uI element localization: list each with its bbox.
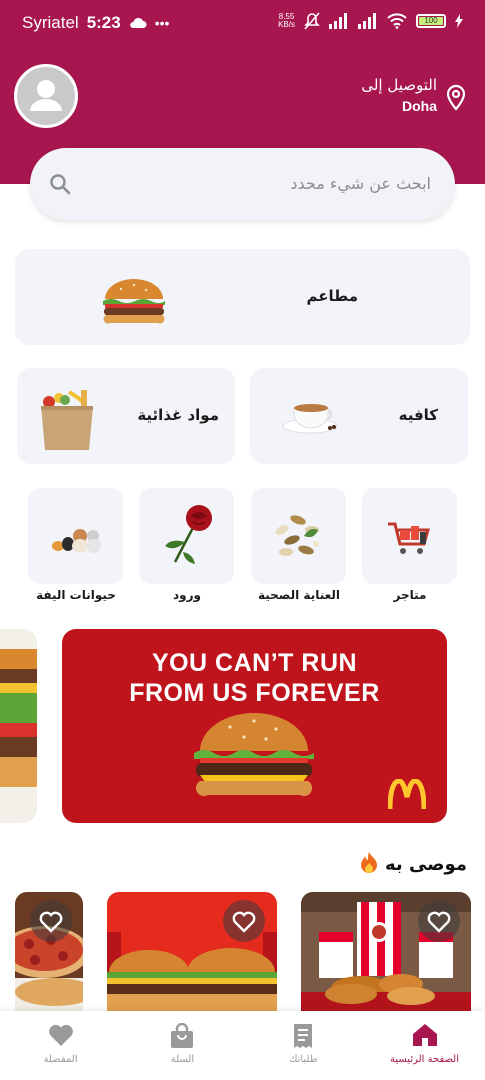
- nav-favorites[interactable]: المفضلة: [0, 1011, 121, 1080]
- nav-orders[interactable]: طلباتك: [243, 1011, 364, 1080]
- category-label-stores: متاجر: [393, 588, 427, 602]
- battery-indicator: 100: [416, 14, 446, 28]
- delivery-city: Doha: [402, 98, 437, 114]
- rose-icon: [165, 505, 212, 564]
- location-pin-icon[interactable]: [445, 84, 467, 112]
- search-icon[interactable]: [48, 172, 72, 196]
- home-screen: Syriatel 5:23 ••• 8.55 KB/s 100 التوصيل …: [0, 0, 485, 1080]
- category-label: مواد غذائية: [137, 406, 219, 424]
- favorite-button[interactable]: [223, 900, 265, 942]
- delivery-location[interactable]: التوصيل إلى Doha: [361, 76, 437, 114]
- category-stores[interactable]: [362, 488, 457, 584]
- shopping-cart-icon: [388, 522, 430, 554]
- shopping-bag-icon: [171, 1023, 193, 1048]
- heart-outline-icon: [39, 911, 63, 933]
- nav-home[interactable]: الصفحة الرئيسية: [364, 1011, 485, 1080]
- mute-icon: [304, 12, 320, 30]
- status-bar: Syriatel 5:23 ••• 8.55 KB/s 100: [0, 0, 485, 44]
- category-label-flowers: ورود: [173, 588, 201, 602]
- clock: 5:23: [86, 13, 121, 32]
- more-dots-icon: •••: [154, 15, 170, 31]
- favorite-button[interactable]: [418, 900, 460, 942]
- coffee-cup-icon: [282, 404, 338, 434]
- nav-favorites-label: المفضلة: [43, 1054, 78, 1065]
- category-groceries[interactable]: مواد غذائية: [17, 368, 235, 464]
- nav-home-label: الصفحة الرئيسية: [390, 1054, 459, 1065]
- heart-outline-icon: [232, 911, 256, 933]
- home-icon: [413, 1024, 437, 1046]
- burger-icon: [103, 279, 165, 324]
- recommended-card-burgers[interactable]: [107, 892, 277, 1014]
- favorite-button[interactable]: [30, 900, 72, 942]
- category-label-health-care: العناية الصحية: [257, 588, 341, 602]
- category-label: مطاعم: [306, 287, 358, 305]
- category-label-pets: حيوانات اليفة: [36, 588, 116, 602]
- user-icon: [30, 80, 62, 111]
- charging-icon: [455, 14, 463, 28]
- receipt-icon: [294, 1024, 312, 1048]
- nav-cart-label: السلة: [170, 1054, 195, 1065]
- category-flowers[interactable]: [139, 488, 234, 584]
- pets-icon: [52, 529, 101, 553]
- search-input[interactable]: ابحث عن شيء محدد: [290, 174, 431, 193]
- mcdonalds-logo: [388, 779, 426, 810]
- nav-orders-label: طلباتك: [289, 1054, 318, 1065]
- signal-icon: [329, 13, 347, 29]
- signal-icon-2: [358, 13, 376, 29]
- profile-avatar[interactable]: [14, 64, 78, 128]
- grocery-bag-icon: [41, 390, 93, 450]
- category-pets[interactable]: [28, 488, 123, 584]
- fire-icon: [360, 852, 377, 873]
- bottom-navigation: الصفحة الرئيسية طلباتك السلة المفضلة: [0, 1011, 485, 1080]
- promo-banner[interactable]: YOU CAN’T RUN FROM US FOREVER: [62, 629, 447, 823]
- banner-previous[interactable]: [0, 629, 37, 823]
- nav-cart[interactable]: السلة: [122, 1011, 243, 1080]
- heart-outline-icon: [427, 911, 451, 933]
- banner-headline-1: YOU CAN’T RUN: [151, 649, 358, 677]
- cloud-icon: [129, 17, 147, 28]
- category-restaurants[interactable]: مطاعم: [15, 249, 470, 345]
- burger-image: [194, 713, 314, 797]
- deliver-to-label: التوصيل إلى: [361, 76, 437, 94]
- carrier-name: Syriatel: [22, 13, 79, 32]
- heart-icon: [49, 1024, 73, 1046]
- category-cafe[interactable]: كافيه: [250, 368, 468, 464]
- recommended-card-kfc[interactable]: [301, 892, 471, 1014]
- supplements-icon: [275, 515, 319, 556]
- search-bar[interactable]: ابحث عن شيء محدد: [30, 148, 455, 220]
- recommended-title: موصى به: [359, 851, 467, 875]
- category-health-care[interactable]: [251, 488, 346, 584]
- wifi-icon: [387, 13, 407, 29]
- burger-photo-icon: [0, 649, 37, 787]
- recommended-card-pizza[interactable]: [15, 892, 83, 1014]
- category-label: كافيه: [398, 406, 438, 424]
- network-speed: 8.55 KB/s: [278, 12, 295, 29]
- banner-headline-2: FROM US FOREVER: [129, 679, 380, 707]
